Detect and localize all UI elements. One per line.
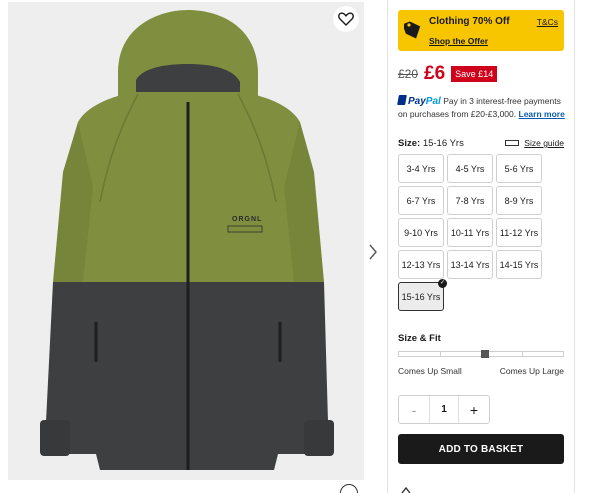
size-option[interactable]: 8-9 Yrs — [496, 186, 542, 215]
quantity-value[interactable]: 1 — [429, 396, 459, 423]
size-header: Size: 15-16 Yrs Size guide — [398, 138, 564, 152]
offer-title: Clothing 70% Off — [429, 16, 510, 27]
zoom-icon[interactable] — [340, 484, 358, 493]
size-option[interactable]: 13-14 Yrs — [447, 250, 493, 279]
fit-scale-tick — [522, 352, 523, 356]
tag-icon — [404, 21, 421, 39]
paypal-icon — [397, 95, 407, 105]
terms-link[interactable]: T&Cs — [537, 17, 558, 27]
quantity-stepper: - 1 + — [398, 395, 490, 424]
size-fit-scale — [398, 350, 564, 358]
product-gallery: ORGNL — [0, 0, 377, 493]
chevron-right-icon — [369, 244, 377, 260]
size-fit-label: Size & Fit — [398, 333, 441, 344]
fit-low-label: Comes Up Small — [398, 366, 462, 376]
fit-scale-tick — [440, 352, 441, 356]
jacket-illustration — [40, 10, 334, 470]
size-guide-label: Size guide — [524, 138, 564, 148]
size-option[interactable]: 14-15 Yrs — [496, 250, 542, 279]
size-option[interactable]: 4-5 Yrs — [447, 154, 493, 183]
selected-size: 15-16 Yrs — [422, 138, 464, 149]
heart-icon — [338, 12, 354, 26]
size-option[interactable]: 6-7 Yrs — [398, 186, 444, 215]
check-icon: ✓ — [438, 279, 447, 288]
divider — [387, 0, 388, 493]
size-option[interactable]: 10-11 Yrs — [447, 218, 493, 247]
current-price: £6 — [424, 63, 446, 84]
price-row: £20 £6 Save £14 — [398, 63, 498, 85]
size-option[interactable]: 7-8 Yrs — [447, 186, 493, 215]
paypal-message: PayPal Pay in 3 interest-free payments o… — [397, 95, 568, 120]
size-label: Size: — [398, 138, 421, 149]
size-option[interactable]: 11-12 Yrs — [496, 218, 542, 247]
ruler-icon — [505, 140, 520, 146]
size-option[interactable]: 9-10 Yrs — [398, 218, 444, 247]
save-badge: Save £14 — [451, 66, 498, 82]
size-option[interactable]: 15-16 Yrs ✓ — [398, 279, 447, 311]
fit-marker — [481, 350, 489, 358]
size-option[interactable]: 5-6 Yrs — [496, 154, 542, 183]
offer-banner: Clothing 70% Off Shop the Offer T&Cs — [398, 10, 564, 51]
next-image-button[interactable] — [365, 240, 381, 264]
shop-offer-link[interactable]: Shop the Offer — [429, 36, 488, 46]
paypal-logo: PayPal — [408, 96, 441, 107]
paypal-learn-more-link[interactable]: Learn more — [519, 109, 565, 119]
fit-high-label: Comes Up Large — [499, 366, 564, 376]
increase-quantity-button[interactable]: + — [459, 396, 489, 423]
add-to-basket-button[interactable]: ADD TO BASKET — [398, 434, 564, 464]
decrease-quantity-button[interactable]: - — [399, 396, 429, 423]
size-option[interactable]: 12-13 Yrs — [398, 250, 444, 279]
was-price: £20 — [398, 67, 419, 81]
size-option[interactable]: 3-4 Yrs — [398, 154, 444, 183]
size-guide-link[interactable]: Size guide — [505, 138, 564, 148]
divider — [574, 0, 575, 493]
wishlist-button[interactable] — [333, 6, 359, 32]
chevron-up-icon[interactable] — [401, 486, 411, 493]
product-image[interactable]: ORGNL — [8, 2, 364, 480]
jacket-logo: ORGNL — [232, 216, 263, 223]
